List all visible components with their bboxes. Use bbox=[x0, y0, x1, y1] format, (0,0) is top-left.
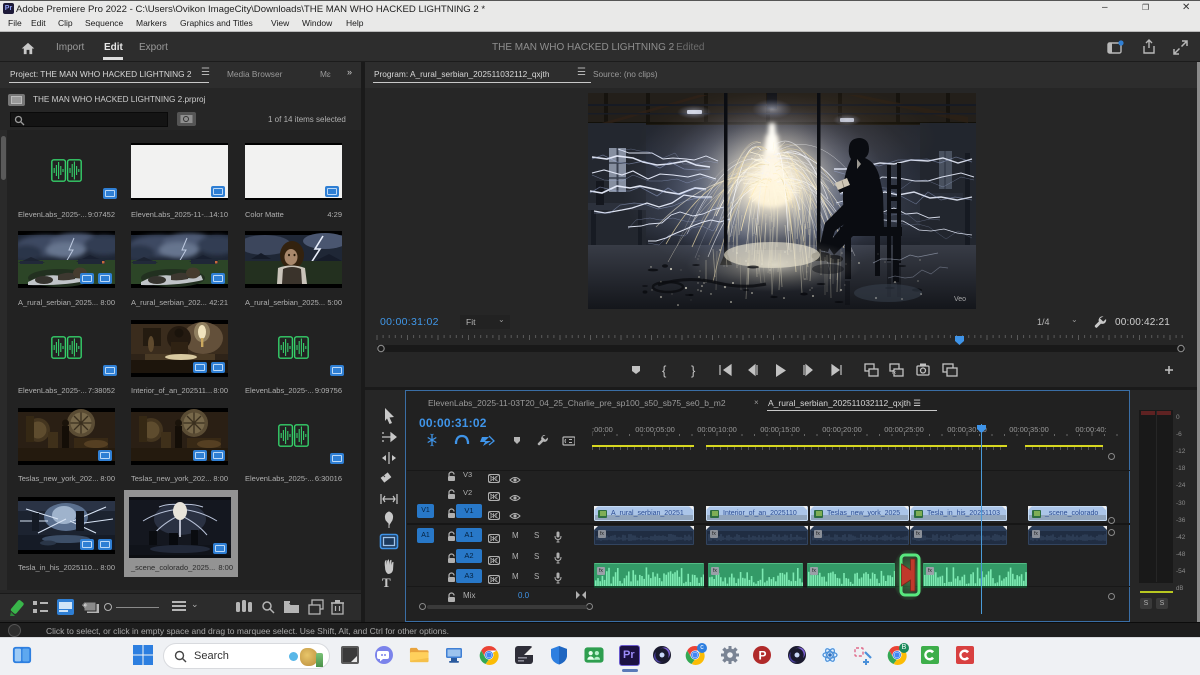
svg-text:P: P bbox=[759, 649, 767, 663]
svg-text:T: T bbox=[382, 575, 391, 588]
svg-text:}: } bbox=[691, 363, 696, 378]
svg-text:Veo: Veo bbox=[954, 296, 966, 303]
svg-text:{: { bbox=[662, 363, 667, 378]
svg-text:fx: fx bbox=[892, 370, 896, 376]
svg-text:◈: ◈ bbox=[82, 602, 88, 609]
